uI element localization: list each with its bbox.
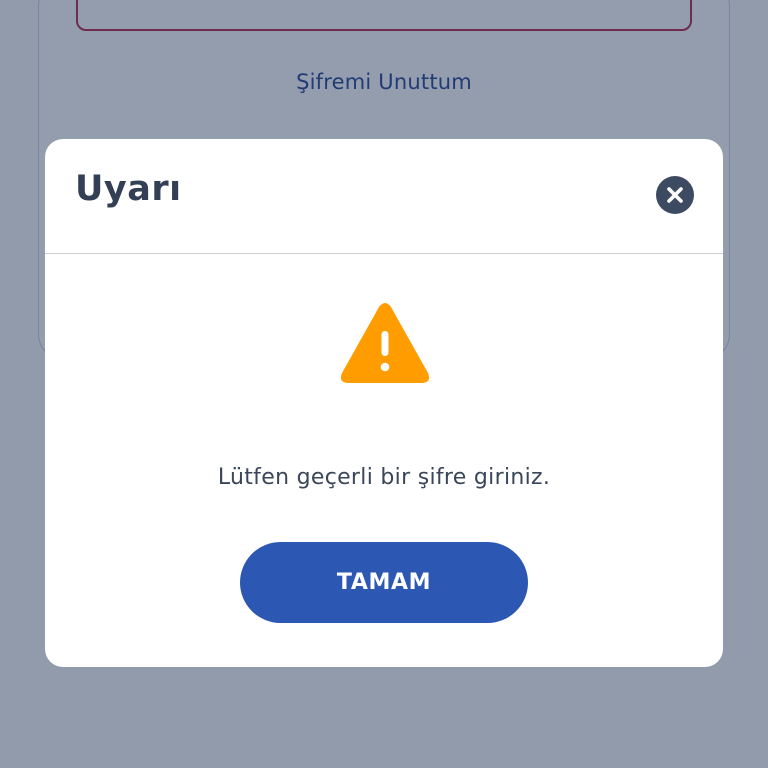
alert-dialog: Uyarı Lütfen geçerli bir şifre giriniz. … (45, 139, 723, 667)
dialog-header: Uyarı (45, 139, 723, 254)
warning-icon (339, 301, 431, 387)
dialog-message: Lütfen geçerli bir şifre giriniz. (217, 465, 551, 490)
close-icon (667, 187, 683, 203)
ok-button[interactable]: TAMAM (240, 542, 528, 623)
close-button[interactable] (656, 176, 694, 214)
dialog-title: Uyarı (75, 169, 182, 209)
